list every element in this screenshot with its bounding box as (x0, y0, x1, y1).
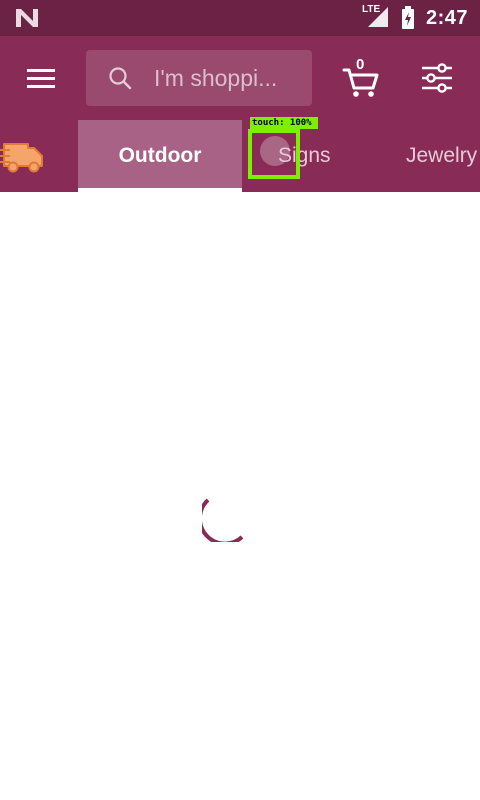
touch-highlight-box (248, 129, 300, 179)
tab-outdoor[interactable]: Outdoor (78, 120, 242, 192)
filter-sliders-icon[interactable] (420, 62, 454, 94)
category-tab-bar: Outdoor Signs Jewelry (0, 120, 480, 192)
tab-jewelry[interactable]: Jewelry (406, 120, 480, 192)
status-time: 2:47 (426, 7, 469, 29)
search-bar[interactable] (86, 50, 312, 106)
n-logo-icon (16, 9, 38, 27)
delivery-truck-icon[interactable] (0, 138, 46, 174)
search-input[interactable] (154, 62, 304, 94)
menu-icon[interactable] (24, 66, 58, 92)
app-bar: 0 (0, 36, 480, 120)
search-icon (109, 67, 132, 90)
status-bar: LTE 2:47 (0, 0, 480, 36)
touch-label: touch: 100% (250, 117, 318, 129)
loading-spinner-icon (202, 498, 244, 542)
lte-signal-icon: LTE (362, 4, 390, 34)
battery-charging-icon (402, 6, 414, 29)
cart-count-badge: 0 (356, 56, 365, 73)
network-type-label: LTE (362, 4, 381, 15)
